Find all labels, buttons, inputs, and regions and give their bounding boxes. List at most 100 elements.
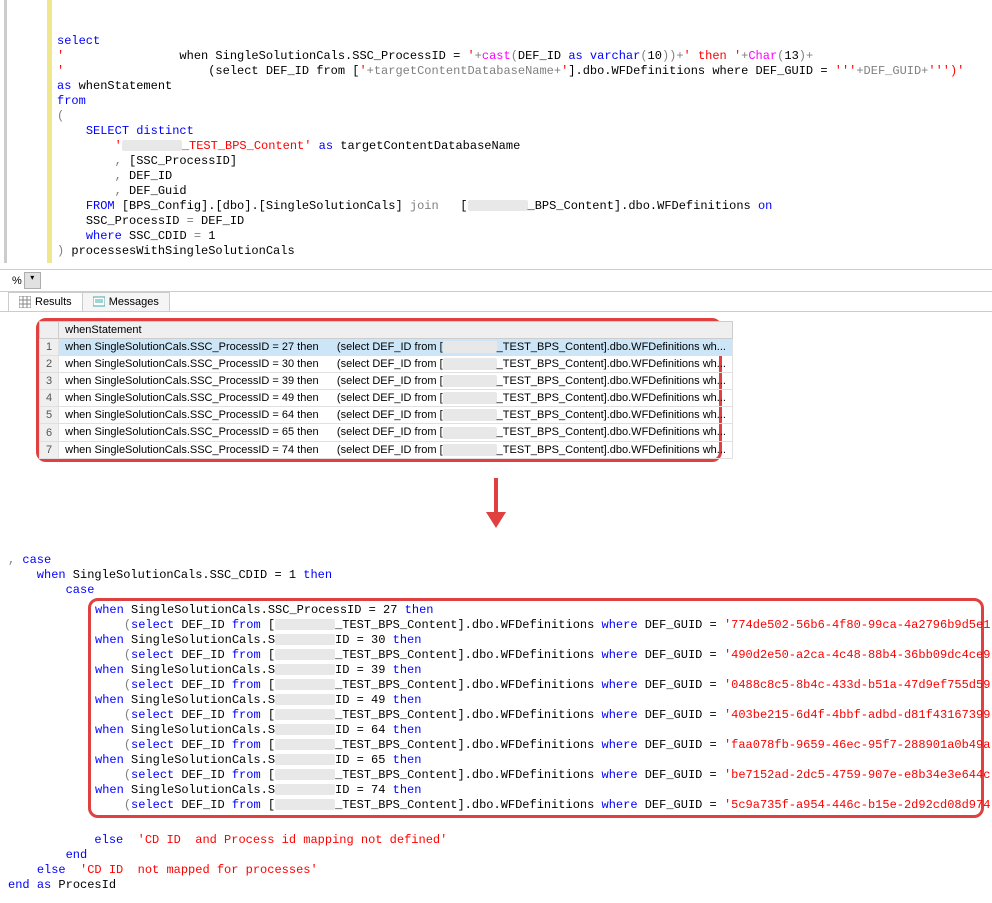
messages-icon	[93, 296, 105, 308]
alias: ProcesId	[51, 878, 116, 892]
highlight-box-bottom: when SingleSolutionCals.SSC_ProcessID = …	[88, 598, 984, 818]
code-text: when SingleSolutionCals.SSC_ProcessID =	[64, 49, 467, 63]
redacted	[275, 784, 335, 795]
kw-when: when	[8, 568, 66, 582]
num: 1	[201, 229, 215, 243]
tab-messages[interactable]: Messages	[82, 292, 170, 311]
col: [SSC_ProcessID]	[122, 154, 237, 168]
row-number: 6	[40, 424, 59, 441]
zoom-input[interactable]	[4, 274, 12, 288]
row-number: 2	[40, 356, 59, 373]
col-header[interactable]: whenStatement	[59, 322, 733, 339]
cell-whenstatement[interactable]: when SingleSolutionCals.SSC_ProcessID = …	[59, 407, 733, 424]
code-text: (select DEF_ID from [	[64, 64, 359, 78]
table-row[interactable]: 5when SingleSolutionCals.SSC_ProcessID =…	[40, 407, 733, 424]
redacted	[443, 427, 497, 439]
cell-whenstatement[interactable]: when SingleSolutionCals.SSC_ProcessID = …	[59, 390, 733, 407]
tab-label: Results	[35, 296, 72, 308]
code-text: SingleSolutionCals.SSC_CDID = 1	[66, 568, 304, 582]
highlight-box-top: whenStatement 1when SingleSolutionCals.S…	[36, 318, 722, 462]
cell-whenstatement[interactable]: when SingleSolutionCals.SSC_ProcessID = …	[59, 373, 733, 390]
cell-whenstatement[interactable]: when SingleSolutionCals.SSC_ProcessID = …	[59, 424, 733, 441]
kw-select: select	[57, 34, 100, 48]
col: SSC_CDID	[122, 229, 194, 243]
redacted	[443, 375, 497, 387]
table-ref: _BPS_Content].dbo.WFDefinitions	[528, 199, 758, 213]
row-number: 3	[40, 373, 59, 390]
row-number: 7	[40, 441, 59, 458]
kw-else: else	[94, 833, 123, 847]
fn-cast: cast	[482, 49, 511, 63]
paren: (	[640, 49, 647, 63]
results-panel: whenStatement 1when SingleSolutionCals.S…	[0, 312, 992, 472]
table-row[interactable]: 1when SingleSolutionCals.SSC_ProcessID =…	[40, 339, 733, 356]
alias: whenStatement	[71, 79, 172, 93]
change-marker	[47, 0, 52, 263]
str-quote: '	[359, 64, 366, 78]
kw-on: on	[758, 199, 772, 213]
col: DEF_Guid	[122, 184, 187, 198]
kw-from: from	[57, 94, 86, 108]
kw-from: FROM	[86, 199, 115, 213]
cell-whenstatement[interactable]: when SingleSolutionCals.SSC_ProcessID = …	[59, 339, 733, 356]
sql-editor-top[interactable]: select ' when SingleSolutionCals.SSC_Pro…	[4, 0, 992, 263]
redacted	[468, 200, 528, 211]
redacted	[275, 769, 335, 780]
redacted	[275, 679, 335, 690]
kw-varchar: varchar	[583, 49, 641, 63]
str-quote: '	[467, 49, 474, 63]
num: 10	[648, 49, 662, 63]
concat-var: +DEF_GUID+	[856, 64, 928, 78]
kw-join: join	[410, 199, 439, 213]
comma: ,	[115, 169, 122, 183]
table-row[interactable]: 3when SingleSolutionCals.SSC_ProcessID =…	[40, 373, 733, 390]
tab-results[interactable]: Results	[8, 292, 83, 311]
col: DEF_ID	[122, 169, 172, 183]
redacted	[275, 634, 335, 645]
redacted	[275, 724, 335, 735]
cell-whenstatement[interactable]: when SingleSolutionCals.SSC_ProcessID = …	[59, 441, 733, 458]
table-row[interactable]: 6when SingleSolutionCals.SSC_ProcessID =…	[40, 424, 733, 441]
kw-end: end	[8, 878, 30, 892]
kw-as: as	[57, 79, 71, 93]
str-quote: ''')'	[928, 64, 964, 78]
kw-else: else	[37, 863, 66, 877]
table-row[interactable]: 7when SingleSolutionCals.SSC_ProcessID =…	[40, 441, 733, 458]
arrow-icon	[481, 478, 511, 528]
redacted	[275, 799, 335, 810]
str: 'CD ID and Process id mapping not define…	[138, 833, 448, 847]
row-number: 4	[40, 390, 59, 407]
grid-icon	[19, 296, 31, 308]
redacted	[443, 392, 497, 404]
tab-label: Messages	[109, 296, 159, 308]
kw-then: then	[303, 568, 332, 582]
comma: ,	[115, 184, 122, 198]
table-row[interactable]: 4when SingleSolutionCals.SSC_ProcessID =…	[40, 390, 733, 407]
redacted	[275, 619, 335, 630]
arrow-annotation	[0, 478, 992, 532]
sql-editor-bottom[interactable]: , case when SingleSolutionCals.SSC_CDID …	[0, 538, 992, 903]
kw-where: where	[86, 229, 122, 243]
redacted	[443, 341, 497, 353]
table-ref: [BPS_Config].[dbo].[SingleSolutionCals]	[115, 199, 410, 213]
cell-whenstatement[interactable]: when SingleSolutionCals.SSC_ProcessID = …	[59, 356, 733, 373]
row-number: 1	[40, 339, 59, 356]
kw-end: end	[66, 848, 88, 862]
redacted	[275, 754, 335, 765]
alias: processesWithSingleSolutionCals	[64, 244, 294, 258]
redacted	[275, 739, 335, 750]
redacted	[122, 140, 182, 151]
fn-char: Char	[748, 49, 777, 63]
num: 13	[784, 49, 798, 63]
zoom-row: % ▾	[0, 270, 992, 292]
str: _TEST_BPS_Content'	[182, 139, 312, 153]
kw-as: as	[568, 49, 582, 63]
zoom-dropdown[interactable]: ▾	[24, 272, 41, 289]
code-text: DEF_ID	[518, 49, 568, 63]
kw-case: case	[22, 553, 51, 567]
results-grid[interactable]: whenStatement 1when SingleSolutionCals.S…	[39, 321, 733, 459]
kw-select-distinct: SELECT distinct	[86, 124, 194, 138]
comma: ,	[115, 154, 122, 168]
table-row[interactable]: 2when SingleSolutionCals.SSC_ProcessID =…	[40, 356, 733, 373]
close: )+	[799, 49, 813, 63]
